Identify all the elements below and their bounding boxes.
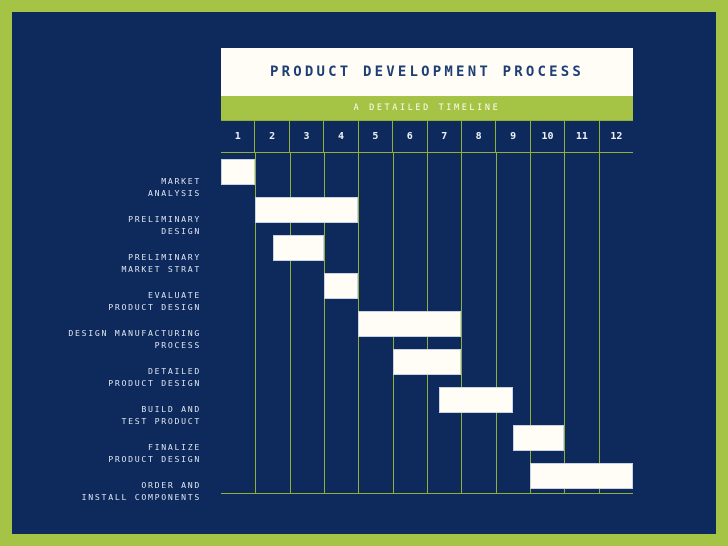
task-label: PRELIMINARY MARKET STRAT [1, 251, 201, 275]
task-label-line1: DETAILED [147, 366, 201, 376]
gantt-bar[interactable] [272, 235, 324, 261]
gantt-bar[interactable] [392, 349, 462, 375]
gantt-bar[interactable] [324, 273, 359, 299]
grid-column-line [461, 153, 463, 493]
gantt-bar[interactable] [530, 463, 633, 489]
month-cell-12[interactable]: 12 [599, 121, 634, 152]
task-label: ORDER AND INSTALL COMPONENTS [1, 479, 201, 503]
task-label-line2: PRODUCT DESIGN [108, 302, 201, 312]
task-label-line2: DESIGN [161, 226, 201, 236]
task-label-line2: MARKET STRAT [121, 264, 201, 274]
task-label: PRELIMINARY DESIGN [1, 213, 201, 237]
month-header-row: 1 2 3 4 5 6 7 8 9 10 11 12 [221, 120, 634, 152]
task-label-line1: DESIGN MANUFACTURING [68, 328, 201, 338]
task-label-line2: PRODUCT DESIGN [108, 454, 201, 464]
task-label: EVALUATE PRODUCT DESIGN [1, 289, 201, 313]
task-label: BUILD AND TEST PRODUCT [1, 403, 201, 427]
month-cell-8[interactable]: 8 [461, 121, 497, 152]
gantt-grid [221, 152, 633, 494]
grid-column-line [495, 153, 497, 493]
chart-title-bar: PRODUCT DEVELOPMENT PROCESS [221, 48, 633, 96]
chart-subtitle-bar: A DETAILED TIMELINE [221, 96, 633, 120]
chart-subtitle: A DETAILED TIMELINE [353, 103, 501, 113]
grid-column-line [598, 153, 600, 493]
month-cell-6[interactable]: 6 [393, 121, 428, 152]
month-cell-1[interactable]: 1 [221, 121, 256, 152]
month-cell-9[interactable]: 9 [496, 121, 531, 152]
page-title: PRODUCT DEVELOPMENT PROCESS [270, 64, 584, 80]
gantt-chart: PRODUCT DEVELOPMENT PROCESS A DETAILED T… [221, 48, 634, 494]
task-label: DESIGN MANUFACTURING PROCESS [1, 327, 201, 351]
task-label-line1: ORDER AND [141, 480, 201, 490]
task-label: FINALIZE PRODUCT DESIGN [1, 441, 201, 465]
month-cell-10[interactable]: 10 [530, 121, 566, 152]
task-label-line1: MARKET [161, 176, 201, 186]
task-label-line1: EVALUATE [147, 290, 201, 300]
task-label: DETAILED PRODUCT DESIGN [1, 365, 201, 389]
gantt-bar[interactable] [221, 159, 256, 185]
task-label-line1: PRELIMINARY [128, 214, 201, 224]
task-label-line1: PRELIMINARY [128, 252, 201, 262]
gantt-bar[interactable] [358, 311, 462, 337]
month-cell-7[interactable]: 7 [427, 121, 462, 152]
month-cell-5[interactable]: 5 [358, 121, 394, 152]
gantt-bar[interactable] [255, 197, 359, 223]
month-cell-4[interactable]: 4 [324, 121, 359, 152]
month-cell-11[interactable]: 11 [565, 121, 600, 152]
task-label-line1: BUILD AND [141, 404, 201, 414]
grid-column-line [564, 153, 566, 493]
task-label-line2: ANALYSIS [147, 188, 201, 198]
month-cell-2[interactable]: 2 [255, 121, 290, 152]
poster-background: MARKET ANALYSIS PRELIMINARY DESIGN PRELIMINA… [12, 12, 716, 534]
task-label-line1: FINALIZE [147, 442, 201, 452]
gantt-bar[interactable] [512, 425, 565, 451]
task-label-line2: INSTALL COMPONENTS [81, 492, 201, 502]
task-label: MARKET ANALYSIS [1, 175, 201, 199]
task-label-line2: PRODUCT DESIGN [108, 378, 201, 388]
task-label-line2: TEST PRODUCT [121, 416, 201, 426]
month-cell-3[interactable]: 3 [289, 121, 325, 152]
gantt-bar[interactable] [439, 387, 513, 413]
task-label-line2: PROCESS [154, 340, 201, 350]
